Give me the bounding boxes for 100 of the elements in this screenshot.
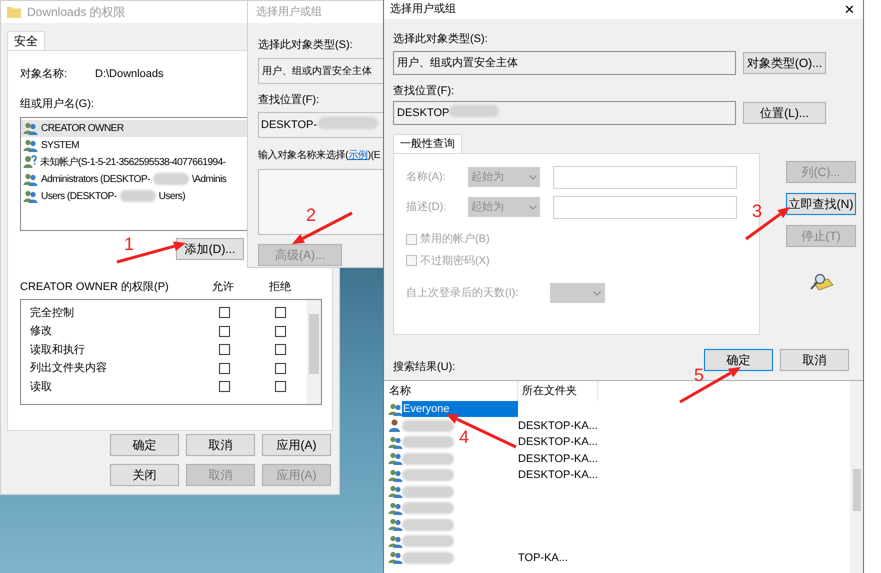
object-name-value: D:\Downloads: [95, 66, 164, 82]
checkbox[interactable]: [219, 344, 230, 356]
cancel-button[interactable]: 取消: [780, 349, 849, 371]
step-number: 4: [459, 428, 470, 446]
deny-header: 拒绝: [269, 280, 291, 296]
days-dropdown[interactable]: [550, 283, 605, 303]
object-types-button[interactable]: 对象类型(O)...: [743, 52, 826, 74]
step-number: 3: [752, 202, 762, 220]
principal-item[interactable]: SYSTEM: [21, 136, 247, 154]
checkbox[interactable]: [219, 307, 230, 318]
examples-link[interactable]: 示例: [348, 150, 368, 161]
blurred-redaction[interactable]: [402, 452, 454, 465]
blurred-redaction: [449, 105, 500, 117]
ok-button[interactable]: 确定: [704, 349, 773, 371]
group-label: 组或用户名(G):: [20, 96, 94, 112]
location-label: 查找位置(F):: [258, 92, 320, 108]
location-field: DESKTOP-: [258, 112, 383, 138]
checkbox[interactable]: [275, 326, 286, 337]
dialog-button[interactable]: 应用(A): [262, 434, 331, 456]
permission-name: 完全控制: [29, 306, 75, 320]
location-field: DESKTOP: [393, 101, 736, 125]
users-icon: [388, 468, 403, 482]
close-button[interactable]: ✕: [844, 3, 855, 16]
chevron-icon: [593, 290, 601, 296]
principal-item[interactable]: Users (DESKTOP- Users): [21, 188, 247, 204]
search-action-button[interactable]: 立即查找(N): [786, 193, 856, 215]
column-header[interactable]: 所在文件夹: [518, 381, 598, 401]
users-icon: [23, 172, 38, 186]
users-icon: [388, 402, 403, 416]
checkbox[interactable]: [275, 307, 286, 318]
scrollbar[interactable]: [307, 300, 321, 404]
users-icon: [388, 452, 403, 466]
add-button[interactable]: 添加(D)...: [176, 238, 244, 260]
query-input-field[interactable]: [553, 166, 737, 188]
permission-name: 修改: [29, 324, 53, 339]
unknown-user-icon: [23, 155, 37, 169]
window-title: 选择用户或组: [256, 4, 322, 20]
tab[interactable]: 安全: [7, 31, 45, 50]
locations-button[interactable]: 位置(L)...: [743, 102, 826, 124]
window-title: Downloads 的权限: [27, 4, 126, 21]
annotation-arrow: [679, 367, 741, 404]
enter-names-label: 输入对象名称来选择(示例)(E: [258, 148, 382, 163]
checkbox[interactable]: [275, 344, 286, 356]
blurred-redaction[interactable]: [402, 552, 454, 564]
window-title: 选择用户或组: [390, 2, 456, 18]
object-name-label: 对象名称:: [20, 66, 68, 82]
users-icon: [388, 551, 403, 564]
query-field-label: 描述(D):: [406, 200, 448, 215]
principal-item[interactable]: 未知帐户(S-1-5-21-3562595538-4077661994-: [21, 154, 247, 170]
object-type-field: 用户、组或内置安全主体: [393, 50, 736, 74]
checkbox[interactable]: [406, 234, 417, 245]
permission-name: 列出文件夹内容: [29, 360, 108, 376]
checkbox[interactable]: [219, 362, 230, 374]
result-folder: DESKTOP-KA...: [518, 452, 598, 466]
checkbox[interactable]: [275, 381, 286, 392]
step-number: 1: [124, 235, 134, 253]
permissions-label: CREATOR OWNER 的权限(P): [20, 280, 170, 296]
blurred-redaction[interactable]: [402, 469, 454, 482]
result-folder: DESKTOP-KA...: [518, 418, 598, 434]
permission-name: 读取: [29, 380, 53, 394]
names-input-field[interactable]: [258, 169, 383, 235]
dialog-button[interactable]: 关闭: [110, 464, 179, 486]
blurred-redaction[interactable]: [402, 486, 454, 498]
blurred-redaction[interactable]: [402, 535, 454, 548]
dialog-button[interactable]: 确定: [110, 434, 179, 456]
query-input-field[interactable]: [553, 196, 737, 218]
blurred-redaction: [318, 117, 378, 129]
users-icon: [388, 436, 403, 449]
days-label: 自上次登录后的天数(I):: [406, 286, 520, 301]
users-icon: [388, 502, 403, 515]
users-icon: [23, 190, 38, 202]
dialog-button[interactable]: 取消: [186, 434, 255, 456]
users-icon: [388, 534, 403, 548]
user-icon: [388, 419, 401, 432]
results-label: 搜索结果(U):: [393, 360, 456, 374]
blurred-redaction[interactable]: [402, 436, 454, 448]
blurred-redaction[interactable]: [402, 420, 454, 432]
object-type-field: 用户、组或内置安全主体: [258, 58, 383, 84]
checkbox[interactable]: [275, 362, 286, 374]
checkbox[interactable]: [406, 255, 417, 266]
principal-item[interactable]: CREATOR OWNER: [21, 120, 247, 136]
step-number: 5: [694, 366, 704, 384]
query-tab[interactable]: 一般性查询: [393, 134, 462, 153]
checkbox-label: 禁用的帐户(B): [420, 232, 490, 247]
users-icon: [23, 138, 38, 152]
allow-header: 允许: [212, 280, 235, 296]
blurred-redaction[interactable]: [402, 518, 454, 531]
result-name[interactable]: Everyone: [402, 401, 518, 418]
object-type-label: 选择此对象类型(S):: [258, 38, 354, 53]
principal-item[interactable]: Administrators (DESKTOP- \Adminis: [21, 170, 247, 188]
checkbox[interactable]: [219, 381, 230, 392]
blurred-redaction[interactable]: [402, 502, 454, 514]
object-type-label: 选择此对象类型(S):: [393, 32, 489, 47]
users-icon: [388, 485, 403, 498]
users-icon: [23, 122, 38, 134]
checkbox[interactable]: [219, 326, 230, 337]
scrollbar[interactable]: [850, 381, 863, 573]
annotation-arrow: [446, 414, 517, 448]
search-folder-icon: [808, 273, 834, 293]
step-number: 2: [306, 206, 316, 224]
